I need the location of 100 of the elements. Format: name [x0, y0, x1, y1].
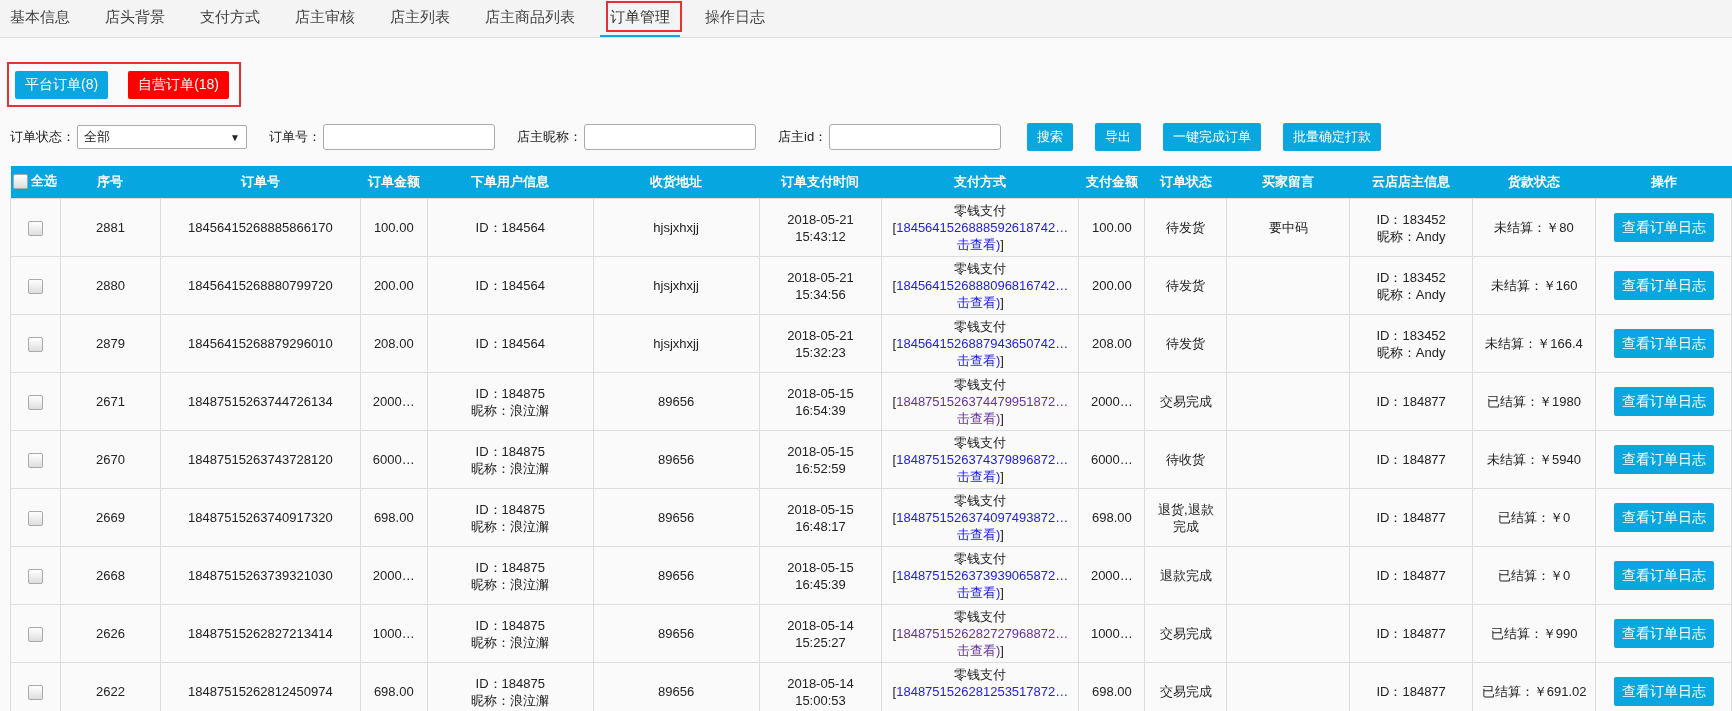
column-header: 操作 — [1650, 174, 1677, 189]
user-info: ID：184875 — [474, 558, 546, 576]
table-cell: 1000… — [372, 626, 415, 641]
buyer-message: 要中码 — [1268, 220, 1308, 235]
payment-link[interactable]: 1845641526888592618742… — [896, 220, 1069, 235]
pay-time: 16:52:59 — [794, 459, 847, 477]
pay-time: 15:43:12 — [794, 227, 847, 245]
owner-info: 昵称：Andy — [1375, 227, 1447, 245]
payout-status: 已结算：￥0 — [1497, 509, 1571, 526]
table-cell: 100.00 — [373, 220, 414, 235]
order-status: 待收货 — [1165, 451, 1207, 468]
table-cell: hjsjxhxjj — [653, 278, 699, 293]
payment-method: 零钱支付 — [953, 666, 1008, 683]
checkbox[interactable] — [28, 337, 43, 353]
order-status: 待发货 — [1165, 335, 1207, 352]
table-cell: 208.00 — [1092, 336, 1132, 351]
order-status: 待发货 — [1165, 277, 1207, 294]
payment-link[interactable]: 1848751526373939065872… — [896, 568, 1069, 583]
payment-link[interactable]: 1848751526374097493872… — [896, 510, 1069, 525]
payment-method: 零钱支付 — [953, 608, 1008, 625]
table-cell: 89656 — [658, 684, 695, 699]
order-status: 退货,退款完成 — [1157, 500, 1215, 535]
tab[interactable]: 店主列表 — [380, 0, 460, 37]
table-cell: 89656 — [658, 626, 695, 641]
payout-status: 已结算：￥691.02 — [1481, 683, 1587, 700]
checkbox[interactable] — [28, 221, 43, 237]
owner-info: 昵称：Andy — [1375, 343, 1447, 361]
bracket: ] — [1000, 469, 1004, 484]
tab[interactable]: 操作日志 — [695, 0, 775, 37]
payout-status: 已结算：￥1980 — [1487, 393, 1582, 410]
payout-status: 未结算：￥5940 — [1487, 451, 1582, 468]
order-type-button[interactable]: 自营订单(18) — [128, 71, 230, 99]
bracket: ] — [1000, 585, 1004, 600]
user-info: ID：184875 — [474, 616, 546, 634]
user-info: 昵称：浪泣澥 — [470, 459, 551, 477]
payment-link[interactable]: 1845641526888096816742… — [896, 278, 1069, 293]
tab[interactable]: 订单管理 — [600, 0, 680, 37]
checkbox[interactable] — [28, 453, 43, 469]
table-cell: 18487515263744726134 — [188, 394, 333, 409]
table-cell: 18487515262812450974 — [188, 684, 333, 699]
filter-label: 订单状态： — [10, 128, 75, 146]
payment-link[interactable]: 1848751526374479951872… — [896, 394, 1069, 409]
table-cell: 2000… — [372, 568, 415, 583]
bracket: [ — [892, 452, 897, 467]
table-cell: 2622 — [95, 684, 125, 699]
table-cell: 200.00 — [373, 278, 414, 293]
status-select[interactable]: 全部 ▼ — [77, 125, 247, 149]
pay-time: 2018-05-14 — [786, 616, 855, 634]
user-info: ID：184875 — [474, 442, 546, 460]
table-cell: 698.00 — [373, 510, 414, 525]
tab[interactable]: 基本信息 — [0, 0, 80, 37]
table-cell: 18487515262827213414 — [188, 626, 333, 641]
table-cell: 100.00 — [1092, 220, 1132, 235]
tab[interactable]: 店主商品列表 — [475, 0, 585, 37]
table-cell: 2000… — [1090, 568, 1133, 583]
tab[interactable]: 店头背景 — [95, 0, 175, 37]
checkbox[interactable] — [28, 569, 43, 585]
input-field[interactable] — [584, 124, 756, 150]
user-info: 昵称：浪泣澥 — [470, 633, 551, 651]
payment-link[interactable]: 1848751526281253517872… — [896, 684, 1069, 699]
order-status: 交易完成 — [1158, 683, 1213, 700]
payment-link[interactable]: 1848751526282727968872… — [896, 626, 1069, 641]
bracket: [ — [892, 626, 897, 641]
checkbox[interactable] — [28, 395, 43, 411]
bracket: ] — [1000, 527, 1004, 542]
table-cell: 2626 — [95, 626, 125, 641]
user-info: ID：184875 — [474, 384, 546, 402]
bracket: ] — [1000, 295, 1004, 310]
table-cell: 6000… — [1090, 452, 1133, 467]
bracket: ] — [1000, 411, 1004, 426]
input-field[interactable] — [323, 124, 495, 150]
tab[interactable]: 店主审核 — [285, 0, 365, 37]
user-info: 昵称：浪泣澥 — [470, 517, 551, 535]
owner-info: ID：184877 — [1375, 683, 1447, 700]
pay-time: 15:32:23 — [794, 343, 847, 361]
tab[interactable]: 支付方式 — [190, 0, 270, 37]
payment-method: 零钱支付 — [953, 376, 1008, 393]
pay-time: 2018-05-14 — [786, 674, 855, 692]
table-cell: 89656 — [658, 452, 695, 467]
table-cell: 6000… — [372, 452, 415, 467]
input-field[interactable] — [829, 124, 1002, 150]
column-header: 买家留言 — [1262, 174, 1315, 189]
checkbox[interactable] — [28, 685, 43, 701]
pay-time: 2018-05-15 — [786, 442, 855, 460]
payment-method: 零钱支付 — [953, 492, 1008, 509]
checkbox[interactable] — [28, 627, 43, 643]
column-header: 序号 — [97, 174, 124, 189]
payment-link[interactable]: 1848751526374379896872… — [896, 452, 1069, 467]
checkbox[interactable] — [28, 279, 43, 295]
table-cell: 698.00 — [1092, 510, 1132, 525]
bracket: [ — [892, 220, 897, 235]
table-cell: 2000… — [372, 394, 415, 409]
checkbox[interactable] — [13, 173, 29, 189]
column-header: 云店店主信息 — [1372, 174, 1451, 189]
user-info: 昵称：浪泣澥 — [470, 575, 551, 593]
payment-method: 零钱支付 — [953, 260, 1008, 277]
table-cell: 2881 — [95, 220, 125, 235]
payment-link[interactable]: 1845641526887943650742… — [896, 336, 1069, 351]
user-info: ID：184564 — [474, 219, 546, 236]
checkbox[interactable] — [28, 511, 43, 527]
